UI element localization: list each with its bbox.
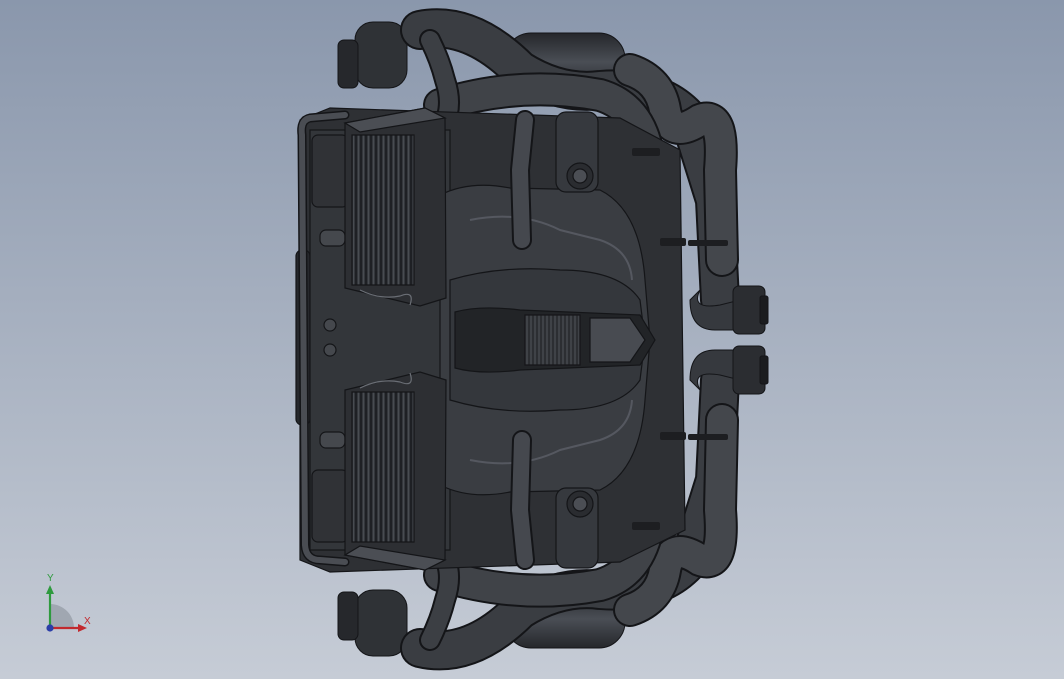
- intake-plenum: [439, 184, 656, 496]
- triad-graphic: [46, 585, 87, 632]
- y-axis-label: Y: [47, 573, 54, 584]
- x-axis-label: X: [84, 616, 91, 627]
- coordinate-triad: Y X: [30, 574, 110, 644]
- graphics-viewport[interactable]: Y X: [0, 0, 1064, 679]
- engine-assembly-model[interactable]: [0, 0, 1064, 679]
